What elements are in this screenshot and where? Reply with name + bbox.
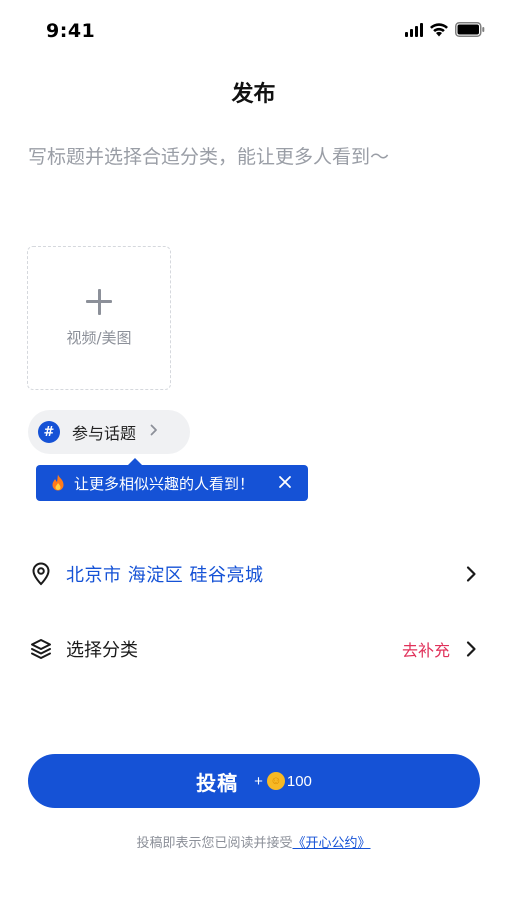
location-row[interactable]: 北京市 海淀区 硅谷亮城 xyxy=(28,552,478,596)
plus-icon xyxy=(86,288,112,315)
media-upload-button[interactable]: 视频/美图 xyxy=(27,246,171,390)
location-text: 北京市 海淀区 硅谷亮城 xyxy=(66,565,264,586)
topic-label: 参与话题 xyxy=(72,424,137,443)
category-row[interactable]: 选择分类 去补充 xyxy=(28,627,478,671)
chevron-right-icon xyxy=(466,641,476,657)
topic-tooltip: 让更多相似兴趣的人看到！ xyxy=(36,458,308,501)
publish-label: 投稿 xyxy=(196,772,239,795)
agreement-prefix: 投稿即表示您已阅读并接受 xyxy=(136,836,293,851)
reward-prefix: + xyxy=(254,772,263,790)
status-time: 9:41 xyxy=(46,20,96,42)
chevron-right-icon xyxy=(466,566,476,582)
title-input[interactable] xyxy=(28,140,478,174)
status-bar: 9:41 xyxy=(0,0,507,64)
chevron-right-icon xyxy=(150,424,158,440)
layers-icon xyxy=(28,636,54,662)
category-action: 去补充 xyxy=(401,641,450,660)
topic-chip[interactable]: # 参与话题 xyxy=(28,410,190,454)
agreement-text: 投稿即表示您已阅读并接受《开心公约》 xyxy=(0,832,507,851)
wifi-icon xyxy=(429,22,449,37)
category-label: 选择分类 xyxy=(66,640,138,661)
reward-value: 100 xyxy=(286,772,312,790)
battery-icon xyxy=(455,22,485,37)
cellular-signal-icon xyxy=(405,22,423,37)
media-upload-label: 视频/美图 xyxy=(66,328,132,347)
hashtag-icon: # xyxy=(38,421,60,443)
status-icons xyxy=(405,22,485,37)
coin-icon: ☺ xyxy=(266,772,285,790)
location-pin-icon xyxy=(28,561,54,587)
agreement-link[interactable]: 《开心公约》 xyxy=(293,836,371,851)
publish-button[interactable]: 投稿 + ☺ 100 xyxy=(28,754,480,808)
category-row-right: 去补充 xyxy=(402,637,478,661)
close-icon[interactable] xyxy=(276,473,294,491)
page-title: 发布 xyxy=(231,82,276,107)
tooltip-arrow xyxy=(128,458,142,465)
fire-icon xyxy=(52,474,64,491)
location-row-right xyxy=(464,565,478,583)
tooltip-text: 让更多相似兴趣的人看到！ xyxy=(74,474,255,493)
